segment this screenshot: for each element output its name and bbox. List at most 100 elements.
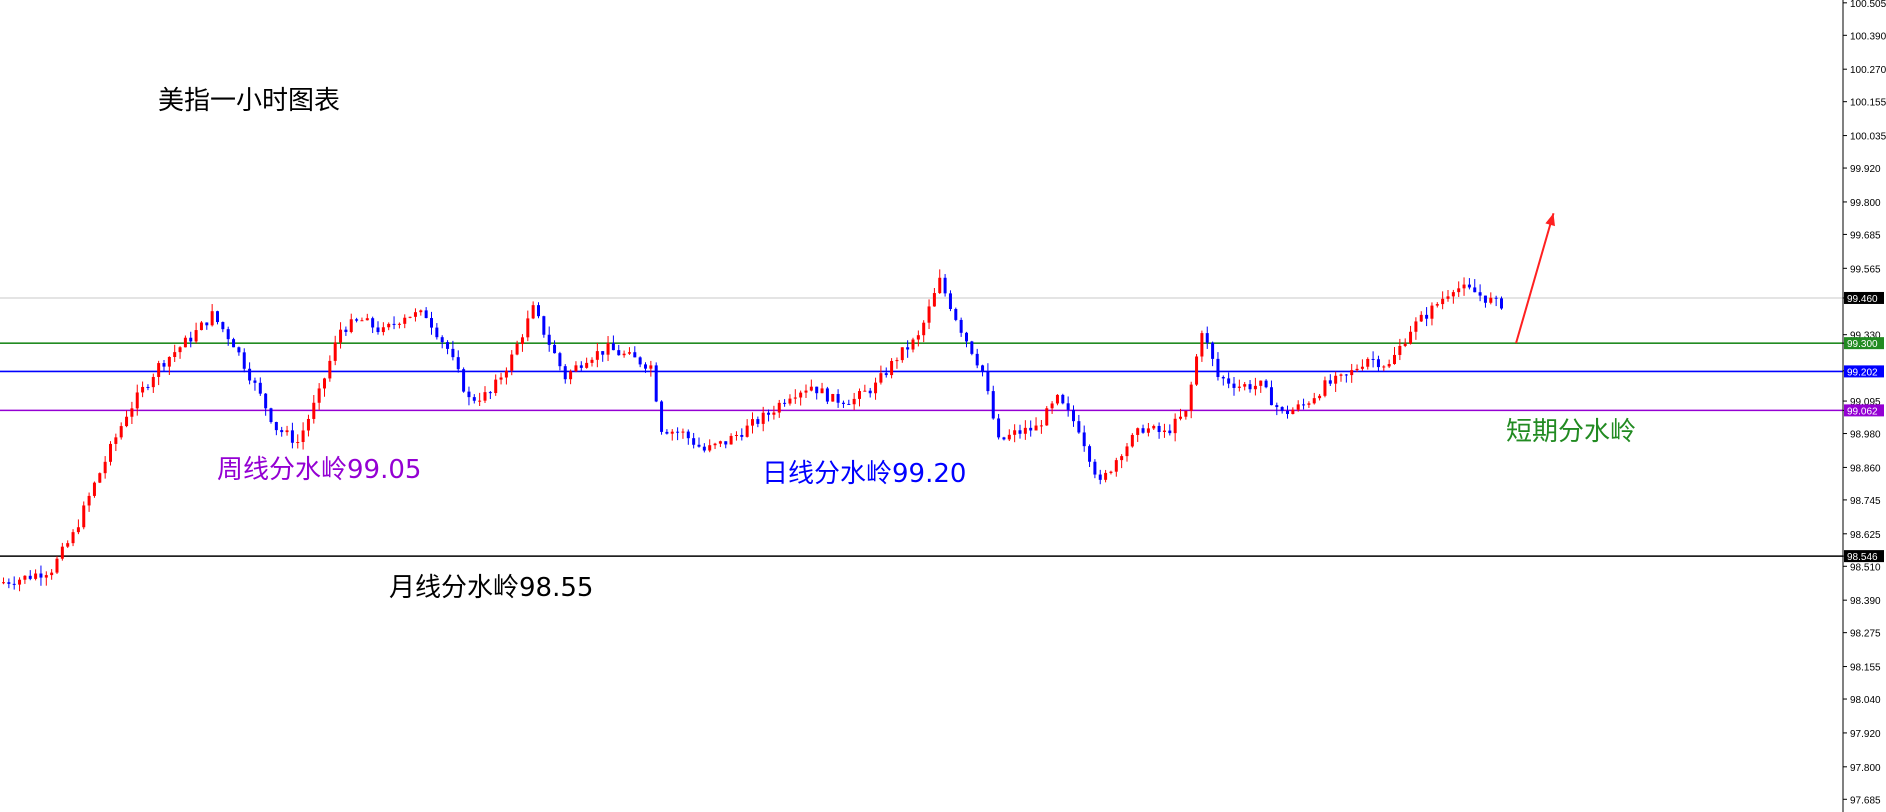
candle-body <box>221 322 225 330</box>
candle-body <box>1296 404 1300 410</box>
price-tick-label: 100.505 <box>1850 0 1886 10</box>
candle-body <box>820 388 824 394</box>
candle-body <box>841 402 845 404</box>
candle-body <box>1221 376 1225 379</box>
candle-body <box>44 575 48 578</box>
candle-body <box>1457 288 1461 293</box>
candle-body <box>87 495 91 506</box>
candle-body <box>1093 461 1097 475</box>
candle-body <box>1376 359 1380 368</box>
candle-body <box>296 442 300 444</box>
candle-body <box>1039 425 1043 427</box>
candle-body <box>2 582 5 584</box>
candle-body <box>285 430 289 433</box>
candle-body <box>1248 384 1252 390</box>
candle-body <box>1355 368 1359 371</box>
candle-body <box>1339 374 1343 376</box>
candle-body <box>76 527 80 533</box>
candle-body <box>622 353 626 356</box>
candle-body <box>210 311 214 326</box>
candle-body <box>585 362 589 368</box>
price-tick-labels: 100.505 100.390 100.270 100.155 100.035 99.92… <box>1843 0 1886 806</box>
candle-body <box>617 350 621 356</box>
candle-body <box>371 318 375 328</box>
candle-body <box>119 426 123 438</box>
candle-body <box>1473 287 1477 293</box>
candle-body <box>1483 295 1487 303</box>
candle-body <box>1162 430 1166 433</box>
candle-body <box>638 357 642 365</box>
candle-body <box>606 343 610 355</box>
candle-body <box>943 277 947 294</box>
candlestick-series <box>2 269 1503 592</box>
price-tag-label: 99.300 <box>1847 339 1878 350</box>
candle-body <box>1344 374 1348 376</box>
candle-body <box>954 308 958 320</box>
candle-body <box>274 422 278 431</box>
candle-body <box>135 392 139 409</box>
price-tick-label: 100.270 <box>1850 65 1886 76</box>
candle-body <box>387 323 391 328</box>
candle-body <box>579 365 583 368</box>
candle-body <box>413 312 417 317</box>
candle-body <box>1232 383 1236 388</box>
candle-body <box>183 337 187 348</box>
candle-body <box>1409 331 1413 344</box>
candle-body <box>686 431 690 439</box>
candle-body <box>1398 345 1402 355</box>
candle-body <box>151 376 155 388</box>
price-tag-label: 98.546 <box>1847 552 1878 563</box>
candle-body <box>1259 380 1263 386</box>
candle-body <box>1451 292 1455 297</box>
price-tick-label: 97.800 <box>1850 763 1881 774</box>
candle-body <box>1350 370 1354 376</box>
candle-body <box>1088 446 1092 462</box>
candle-body <box>12 583 16 585</box>
candle-body <box>23 575 27 580</box>
candle-body <box>82 505 86 528</box>
candle-body <box>1360 366 1364 369</box>
candle-body <box>1264 380 1268 388</box>
candle-body <box>472 397 476 401</box>
candle-body <box>740 434 744 437</box>
candle-body <box>1034 425 1038 431</box>
candle-body <box>1307 403 1311 405</box>
candle-body <box>392 323 396 325</box>
candle-body <box>1441 298 1445 305</box>
candle-body <box>574 365 578 372</box>
candle-body <box>633 352 637 358</box>
candle-body <box>906 347 910 350</box>
price-tick-label: 100.155 <box>1850 98 1886 109</box>
chart-title: 美指一小时图表 <box>158 86 340 116</box>
candle-body <box>1173 418 1177 434</box>
candle-body <box>317 388 321 403</box>
candle-body <box>162 363 166 367</box>
candle-body <box>376 327 380 333</box>
candle-body <box>1462 284 1466 289</box>
candle-body <box>1029 427 1033 431</box>
price-tick-label: 99.685 <box>1850 230 1881 241</box>
candle-body <box>397 323 401 325</box>
candle-body <box>1500 298 1503 309</box>
candle-body <box>1205 333 1209 343</box>
candle-body <box>900 347 904 361</box>
candle-body <box>595 351 599 360</box>
candle-body <box>863 390 867 392</box>
candle-body <box>611 343 615 351</box>
candle-body <box>237 347 241 353</box>
candle-body <box>339 329 343 343</box>
candle-body <box>756 419 760 424</box>
candle-body <box>1280 407 1284 411</box>
candle-body <box>1141 428 1145 433</box>
candle-body <box>39 573 43 578</box>
candle-body <box>1050 403 1054 409</box>
candle-body <box>264 393 268 409</box>
candle-body <box>692 438 696 445</box>
candle-body <box>1403 343 1407 346</box>
candle-body <box>815 386 819 394</box>
candle-body <box>1152 425 1156 429</box>
candle-body <box>125 416 129 427</box>
candle-body <box>660 401 664 432</box>
candle-body <box>312 402 316 419</box>
price-tick-label: 98.510 <box>1850 562 1881 573</box>
